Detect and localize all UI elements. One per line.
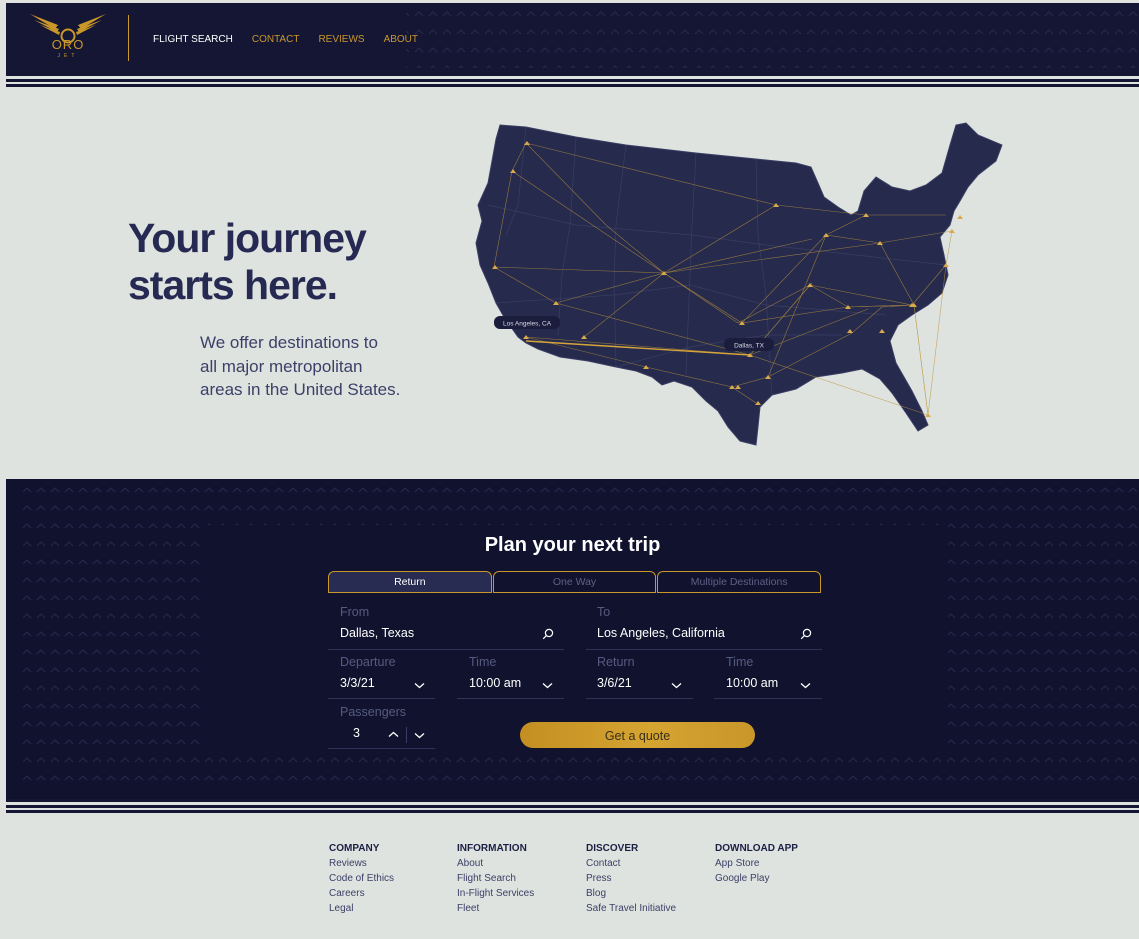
departure-time-label: Time: [469, 655, 497, 669]
tab-one-way[interactable]: One Way: [492, 571, 657, 593]
passengers-input[interactable]: 3: [353, 726, 360, 740]
tab-multiple-destinations[interactable]: Multiple Destinations: [657, 571, 822, 593]
search-icon[interactable]: [542, 628, 554, 640]
footer-link-contact[interactable]: Contact: [586, 856, 676, 871]
hero-title: Your journey starts here.: [128, 215, 367, 308]
footer-discover: DISCOVER Contact Press Blog Safe Travel …: [586, 843, 676, 916]
footer-heading: COMPANY: [329, 843, 380, 854]
from-underline: [328, 649, 564, 650]
chevron-down-icon[interactable]: [414, 682, 425, 689]
footer-link-in-flight-services[interactable]: In-Flight Services: [457, 886, 534, 901]
to-underline: [586, 649, 822, 650]
nav-reviews[interactable]: REVIEWS: [318, 34, 364, 45]
footer-company: COMPANY Reviews Code of Ethics Careers L…: [329, 843, 394, 916]
map-label-origin: Los Angeles, CA: [503, 321, 552, 328]
nav-contact[interactable]: CONTACT: [252, 34, 300, 45]
footer-link-app-store[interactable]: App Store: [715, 856, 798, 871]
footer-link-reviews[interactable]: Reviews: [329, 856, 394, 871]
trip-type-tabs: Return One Way Multiple Destinations: [328, 571, 822, 593]
departure-time-select[interactable]: 10:00 am: [469, 676, 521, 690]
us-route-map: Los Angeles, CA Dallas, TX: [475, 122, 1003, 446]
get-quote-button[interactable]: Get a quote: [520, 722, 755, 748]
return-time-label: Time: [726, 655, 754, 669]
return-underline: [586, 698, 693, 699]
departure-input[interactable]: 3/3/21: [340, 676, 375, 690]
main-nav: FLIGHT SEARCH CONTACT REVIEWS ABOUT: [153, 34, 437, 45]
planner-stripes: [6, 799, 1139, 813]
from-input[interactable]: Dallas, Texas: [340, 626, 414, 640]
passengers-underline: [328, 748, 435, 749]
chevron-pattern: [22, 485, 1139, 789]
return-time-underline: [714, 698, 822, 699]
departure-label: Departure: [340, 655, 396, 669]
return-time-select[interactable]: 10:00 am: [726, 676, 778, 690]
tab-return[interactable]: Return: [328, 571, 492, 593]
header-divider: [128, 15, 129, 61]
departure-underline: [328, 698, 435, 699]
departure-time-underline: [457, 698, 564, 699]
from-label: From: [340, 605, 370, 619]
return-label: Return: [597, 655, 635, 669]
planner-title: Plan your next trip: [484, 534, 661, 556]
footer-link-flight-search[interactable]: Flight Search: [457, 871, 534, 886]
footer-link-code-of-ethics[interactable]: Code of Ethics: [329, 871, 394, 886]
chevron-down-icon[interactable]: [414, 732, 425, 739]
chevron-down-icon[interactable]: [671, 682, 682, 689]
header: ORO JET FLIGHT SEARCH CONTACT REVIEWS AB…: [6, 3, 1139, 73]
footer-link-legal[interactable]: Legal: [329, 901, 394, 916]
footer-link-fleet[interactable]: Fleet: [457, 901, 534, 916]
chevron-up-icon[interactable]: [388, 731, 399, 738]
logo-wordmark: ORO: [51, 37, 85, 52]
stepper-divider: [406, 727, 407, 743]
chevron-down-icon[interactable]: [542, 682, 553, 689]
footer-link-google-play[interactable]: Google Play: [715, 871, 798, 886]
nav-flight-search[interactable]: FLIGHT SEARCH: [153, 34, 233, 45]
search-icon[interactable]: [800, 628, 812, 640]
footer-link-about[interactable]: About: [457, 856, 534, 871]
chevron-down-icon[interactable]: [800, 682, 811, 689]
footer-heading: INFORMATION: [457, 843, 527, 854]
footer-link-press[interactable]: Press: [586, 871, 676, 886]
trip-planner: [6, 479, 1139, 802]
return-input[interactable]: 3/6/21: [597, 676, 632, 690]
to-input[interactable]: Los Angeles, California: [597, 626, 725, 640]
map-label-destination: Dallas, TX: [734, 343, 765, 350]
footer-information: INFORMATION About Flight Search In-Fligh…: [457, 843, 534, 916]
footer-link-blog[interactable]: Blog: [586, 886, 676, 901]
page: ORO JET FLIGHT SEARCH CONTACT REVIEWS AB…: [6, 3, 1139, 939]
hero-subtitle: We offer destinations to all major metro…: [200, 333, 401, 399]
logo-subtitle: JET: [57, 53, 79, 59]
footer-heading: DOWNLOAD APP: [715, 843, 798, 854]
header-stripes: [6, 73, 1139, 87]
passengers-label: Passengers: [340, 705, 407, 719]
nav-about[interactable]: ABOUT: [384, 34, 418, 45]
footer-download: DOWNLOAD APP App Store Google Play: [715, 843, 798, 886]
to-label: To: [597, 605, 611, 619]
footer-link-careers[interactable]: Careers: [329, 886, 394, 901]
footer-heading: DISCOVER: [586, 843, 639, 854]
footer-link-safe-travel[interactable]: Safe Travel Initiative: [586, 901, 676, 916]
